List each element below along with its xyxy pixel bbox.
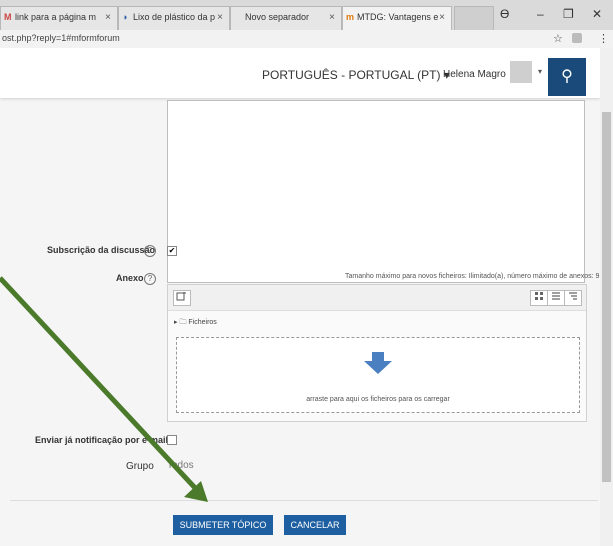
address-bar[interactable]: ost.php?reply=1#mformforum ☆ ⋮	[0, 30, 613, 49]
browser-tab-bar: M link para a página m × ◑ Lixo de plást…	[0, 0, 613, 30]
extension-icon[interactable]	[572, 33, 582, 43]
language-menu[interactable]: PORTUGUÊS - PORTUGAL (PT) ▾	[262, 68, 450, 82]
email-notification-checkbox[interactable]	[167, 435, 177, 445]
url-text[interactable]: ost.php?reply=1#mformforum	[2, 33, 120, 43]
attachment-label: Anexo	[116, 273, 144, 283]
tab-lixo-plastico[interactable]: ◑ Lixo de plástico da p ×	[118, 6, 230, 30]
avatar[interactable]	[510, 61, 532, 83]
file-manager: ▸ 🗀 Ficheiros arraste para aqui os fiche…	[167, 284, 587, 422]
files-folder-path[interactable]: ▸ 🗀 Ficheiros	[174, 318, 217, 329]
drop-hint: arraste para aqui os ficheiros para os c…	[306, 396, 450, 403]
close-window-icon[interactable]: ✕	[592, 7, 602, 21]
file-toolbar	[168, 285, 586, 311]
subscription-checkbox[interactable]: ✔	[167, 246, 177, 256]
moodle-icon: m	[346, 12, 355, 22]
new-tab-button[interactable]	[454, 6, 494, 30]
cancel-button[interactable]: CANCELAR	[284, 515, 346, 535]
close-tab-icon[interactable]: ×	[329, 12, 335, 23]
submit-topic-button[interactable]: SUBMETER TÓPICO	[173, 515, 273, 535]
max-size-info: Tamanho máximo para novos ficheiros: Ili…	[345, 273, 600, 280]
scrollbar-thumb[interactable]	[602, 112, 611, 482]
tab-title: MTDG: Vantagens e	[357, 12, 439, 22]
tab-title: Lixo de plástico da p	[133, 12, 216, 22]
subscription-label: Subscrição da discussão	[47, 245, 156, 255]
tab-mtdg[interactable]: m MTDG: Vantagens e ×	[342, 6, 452, 30]
account-icon[interactable]: ϴ	[500, 7, 509, 21]
grid-view-icon[interactable]	[530, 290, 548, 306]
tree-view-icon[interactable]	[564, 290, 582, 306]
list-view-icon[interactable]	[547, 290, 565, 306]
message-textarea[interactable]	[167, 100, 585, 283]
upload-arrow-icon	[364, 352, 392, 374]
close-tab-icon[interactable]: ×	[217, 12, 223, 23]
user-name[interactable]: Helena Magro	[443, 69, 506, 80]
tab-novo-separador[interactable]: Novo separador ×	[230, 6, 342, 30]
tab-link-pagina[interactable]: M link para a página m ×	[0, 6, 118, 30]
divider	[10, 500, 598, 501]
search-icon: ⚲	[561, 68, 573, 85]
maximize-icon[interactable]: ❐	[563, 7, 574, 21]
browser-menu-icon[interactable]: ⋮	[598, 32, 609, 45]
email-notification-label: Enviar já notificação por e-mail	[35, 435, 169, 445]
group-label: Grupo	[126, 461, 154, 472]
add-file-icon[interactable]	[173, 290, 191, 306]
close-tab-icon[interactable]: ×	[105, 12, 111, 23]
group-value[interactable]: Todos	[167, 460, 194, 471]
page-content: PORTUGUÊS - PORTUGAL (PT) ▾ Helena Magro…	[0, 48, 600, 546]
site-icon: ◑	[122, 12, 128, 22]
close-tab-icon[interactable]: ×	[439, 12, 445, 23]
gmail-icon: M	[4, 12, 12, 22]
help-icon[interactable]: ?	[144, 273, 156, 285]
site-navbar: PORTUGUÊS - PORTUGAL (PT) ▾ Helena Magro…	[0, 48, 600, 98]
tab-title: link para a página m	[15, 12, 97, 22]
file-drop-zone[interactable]: arraste para aqui os ficheiros para os c…	[176, 337, 580, 413]
user-menu-caret-icon[interactable]: ▾	[538, 67, 542, 76]
minimize-icon[interactable]: –	[537, 7, 544, 21]
help-icon[interactable]: ?	[144, 245, 156, 257]
search-button[interactable]: ⚲	[548, 58, 586, 96]
bookmark-star-icon[interactable]: ☆	[553, 32, 563, 45]
tab-title: Novo separador	[245, 12, 310, 22]
